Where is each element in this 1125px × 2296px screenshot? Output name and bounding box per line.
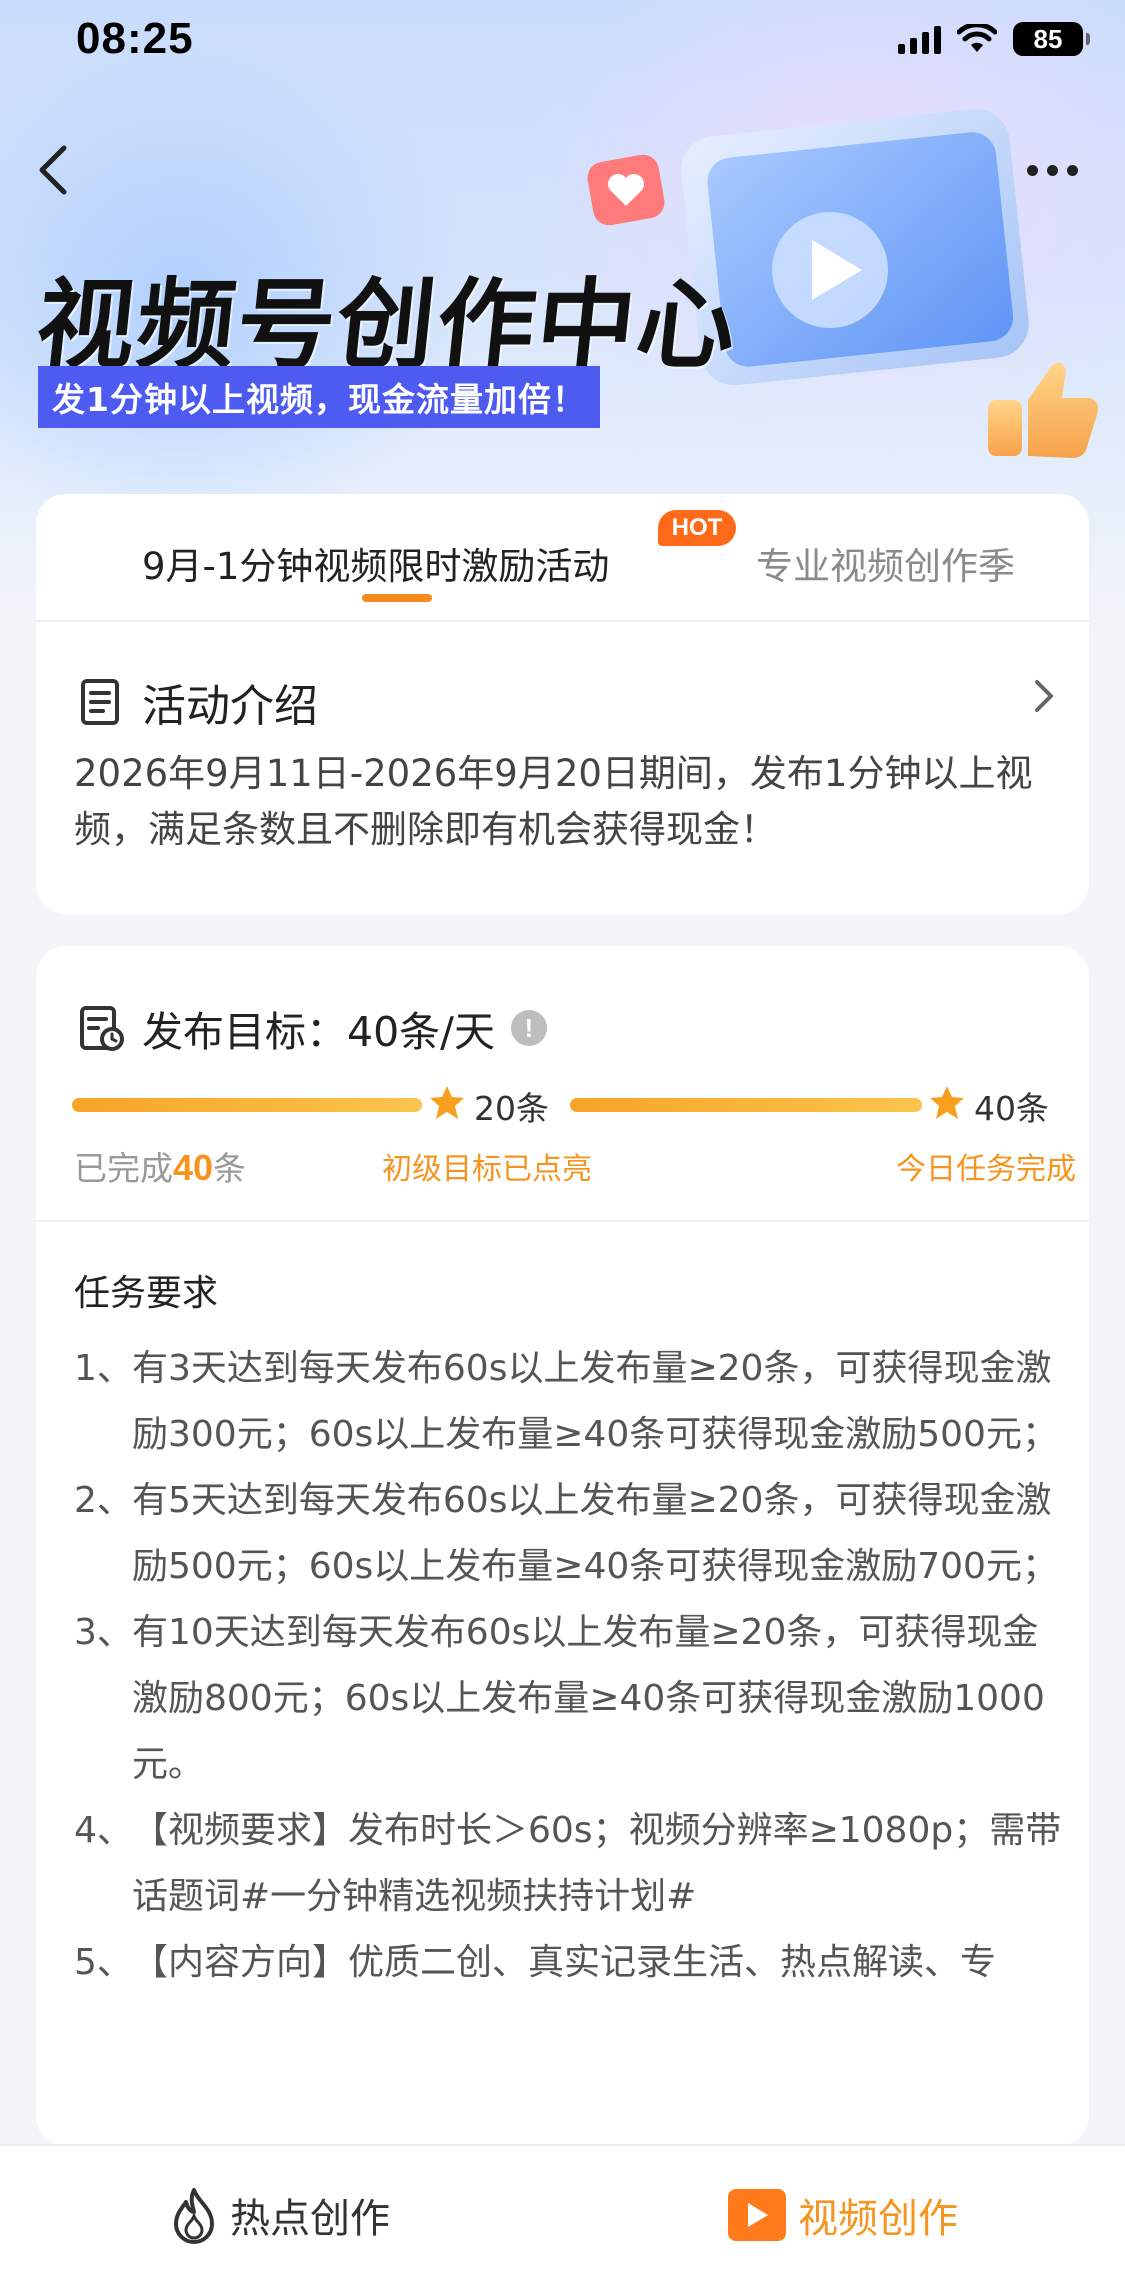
- heart-icon: [587, 154, 665, 226]
- requirements-list: 1、 有3天达到每天发布60s以上发布量≥20条，可获得现金激励300元；60s…: [74, 1336, 1074, 1996]
- star-icon: [430, 1086, 464, 1119]
- cellular-signal-icon: [898, 24, 941, 54]
- milestone-2-status: 今日任务完成: [896, 1152, 1076, 1187]
- page: 08:25 85 视频号创作中心 发1分钟以上视频，现金流量加倍！ 9月-1分钟…: [0, 0, 1125, 2296]
- activity-intro-text: 2026年9月11日-2026年9月20日期间，发布1分钟以上视频，满足条数且不…: [74, 752, 1033, 851]
- milestone-2-label: 40条: [974, 1089, 1049, 1128]
- activity-card: 9月-1分钟视频限时激励活动 HOT 专业视频创作季 活动介绍 2026年9月1…: [36, 494, 1089, 914]
- activity-intro-header[interactable]: 活动介绍: [78, 670, 318, 734]
- divider: [36, 1220, 1089, 1222]
- tab-bar: 9月-1分钟视频限时激励活动 HOT 专业视频创作季: [36, 494, 1089, 622]
- video-create-button[interactable]: 视频创作: [728, 2186, 958, 2244]
- activity-intro-title: 活动介绍: [142, 681, 318, 732]
- battery-icon: 85: [1013, 22, 1090, 56]
- list-item: 4、 【视频要求】发布时长＞60s；视频分辨率≥1080p；需带话题词#一分钟精…: [74, 1810, 1062, 1917]
- progress-bar-segment-1: [72, 1098, 422, 1112]
- goal-card: 发布目标：40条/天 ! 20条 40条 已完成40条 初级目标已点亮 今日任务…: [36, 946, 1089, 2146]
- tab-pro-video-season[interactable]: 专业视频创作季: [756, 536, 1015, 590]
- calendar-clock-icon: [80, 1006, 124, 1051]
- milestone-1-status: 初级目标已点亮: [382, 1152, 592, 1187]
- progress-bar-segment-2: [570, 1098, 922, 1112]
- wifi-icon: [957, 24, 997, 52]
- promo-banner: 发1分钟以上视频，现金流量加倍！: [38, 366, 600, 428]
- play-icon: [728, 2189, 786, 2241]
- hot-badge: HOT: [658, 510, 736, 546]
- list-item: 1、 有3天达到每天发布60s以上发布量≥20条，可获得现金激励300元；60s…: [74, 1348, 1058, 1455]
- goal-title: 发布目标：40条/天: [142, 1008, 495, 1056]
- hot-topic-create-button[interactable]: 热点创作: [168, 2186, 390, 2244]
- hot-topic-create-label: 热点创作: [230, 2196, 390, 2242]
- back-icon[interactable]: [30, 140, 80, 200]
- star-icon: [930, 1086, 964, 1119]
- chevron-right-icon[interactable]: [1027, 674, 1061, 718]
- bottom-action-bar: 热点创作 视频创作: [0, 2144, 1125, 2296]
- flame-icon: [174, 2188, 214, 2244]
- info-icon[interactable]: !: [510, 1010, 547, 1046]
- milestone-1-label: 20条: [474, 1089, 549, 1128]
- list-item: 3、 有10天达到每天发布60s以上发布量≥20条，可获得现金激励800元；60…: [74, 1612, 1045, 1785]
- tab-one-minute-video[interactable]: 9月-1分钟视频限时激励活动: [142, 536, 609, 590]
- requirements-title: 任务要求: [74, 1273, 219, 1314]
- document-icon: [81, 679, 119, 725]
- status-time: 08:25: [76, 14, 194, 63]
- list-item: 5、 【内容方向】优质二创、真实记录生活、热点解读、专: [74, 1942, 997, 1983]
- goal-header: 发布目标：40条/天 !: [78, 998, 547, 1058]
- active-tab-indicator: [362, 594, 432, 602]
- thumbs-up-icon: [988, 362, 1098, 458]
- status-icons: 85: [898, 22, 1090, 56]
- list-item: 2、 有5天达到每天发布60s以上发布量≥20条，可获得现金激励500元；60s…: [74, 1480, 1058, 1587]
- video-create-label: 视频创作: [798, 2196, 958, 2242]
- completed-count: 已完成40条: [74, 1147, 247, 1188]
